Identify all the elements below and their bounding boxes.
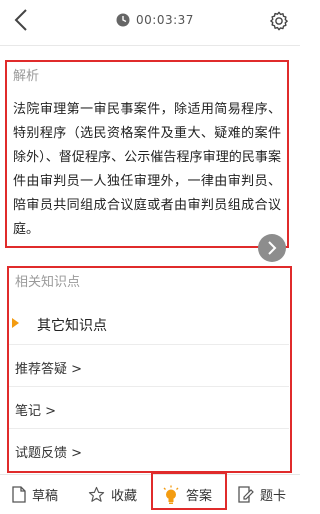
settings-button[interactable] bbox=[266, 8, 292, 34]
recommended-qa-label: 推荐答疑 > bbox=[15, 362, 83, 377]
back-button[interactable] bbox=[8, 6, 34, 34]
answer-tab[interactable]: 答案 bbox=[162, 475, 212, 514]
analysis-body: 法院审理第一审民事案件，除适用简易程序、特别程序（选民资格案件及重大、疑难的案件… bbox=[13, 102, 281, 237]
chevron-left-icon bbox=[14, 9, 27, 31]
notes-label: 笔记 > bbox=[15, 404, 57, 419]
feedback-label: 试题反馈 > bbox=[15, 446, 83, 461]
draft-tab[interactable]: 草稿 bbox=[12, 475, 58, 514]
answer-card-icon bbox=[238, 486, 254, 503]
analysis-section: 解析 法院审理第一审民事案件，除适用简易程序、特别程序（选民资格案件及重大、疑难… bbox=[5, 60, 289, 248]
feedback-link[interactable]: 试题反馈 > bbox=[9, 432, 289, 470]
divider bbox=[9, 428, 289, 429]
star-icon bbox=[88, 486, 105, 502]
top-bar: 00:03:37 bbox=[0, 0, 300, 40]
knowledge-point-label: 其它知识点 bbox=[37, 318, 107, 334]
next-arrow-button[interactable] bbox=[258, 234, 286, 262]
related-title: 相关知识点 bbox=[15, 275, 81, 290]
favorite-tab[interactable]: 收藏 bbox=[88, 475, 137, 514]
answer-label: 答案 bbox=[186, 489, 213, 504]
chevron-right-icon bbox=[268, 241, 277, 255]
bottom-toolbar: 草稿 收藏 答案 题卡 bbox=[0, 475, 300, 514]
gear-icon bbox=[270, 11, 288, 31]
lightbulb-icon bbox=[163, 485, 179, 504]
clock-icon bbox=[116, 13, 130, 27]
divider bbox=[9, 386, 289, 387]
triangle-marker-icon bbox=[12, 318, 19, 328]
notes-link[interactable]: 笔记 > bbox=[9, 390, 289, 428]
answer-card-tab[interactable]: 题卡 bbox=[238, 475, 286, 514]
timer-value: 00:03:37 bbox=[136, 13, 194, 27]
draft-label: 草稿 bbox=[32, 489, 59, 504]
divider bbox=[9, 344, 289, 345]
recommended-qa-link[interactable]: 推荐答疑 > bbox=[9, 348, 289, 386]
timer: 00:03:37 bbox=[116, 11, 194, 29]
top-divider bbox=[0, 45, 300, 46]
analysis-title: 解析 bbox=[13, 69, 40, 84]
favorite-label: 收藏 bbox=[111, 489, 138, 504]
related-knowledge-section: 相关知识点 其它知识点 推荐答疑 > 笔记 > 试题反馈 > bbox=[7, 266, 292, 473]
knowledge-point-item[interactable]: 其它知识点 bbox=[9, 306, 289, 342]
answer-card-label: 题卡 bbox=[260, 489, 287, 504]
draft-icon bbox=[12, 486, 26, 503]
